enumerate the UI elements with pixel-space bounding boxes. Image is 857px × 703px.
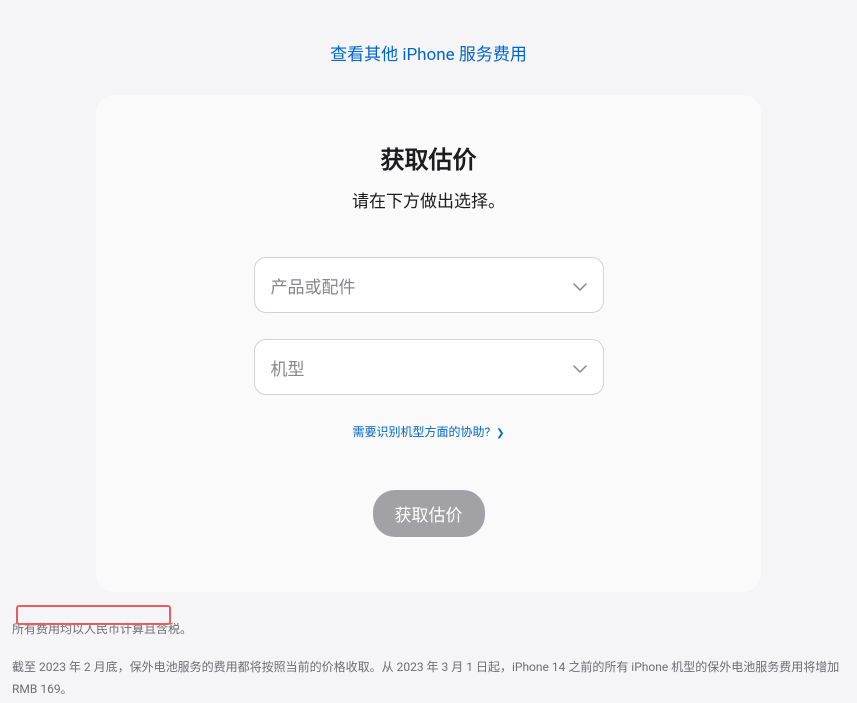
help-link-text: 需要识别机型方面的协助? <box>352 425 490 439</box>
get-estimate-button[interactable]: 获取估价 <box>373 490 485 537</box>
card-title: 获取估价 <box>146 140 711 175</box>
top-link[interactable]: 查看其他 iPhone 服务费用 <box>0 40 857 65</box>
model-placeholder: 机型 <box>271 355 305 380</box>
help-link[interactable]: 需要识别机型方面的协助? ❯ <box>146 421 711 440</box>
chevron-down-icon <box>573 358 587 377</box>
footer-tax-note: 所有费用均以人民币计算且含税。 <box>12 620 845 637</box>
product-select[interactable]: 产品或配件 <box>254 257 604 313</box>
footer: 所有费用均以人民币计算且含税。 截至 2023 年 2 月底，保外电池服务的费用… <box>0 592 857 700</box>
top-link-text: 查看其他 iPhone 服务费用 <box>330 45 527 65</box>
chevron-down-icon <box>573 276 587 295</box>
model-select-field: 机型 <box>254 339 604 395</box>
chevron-right-icon: ❯ <box>496 428 504 439</box>
footer-price-note: 截至 2023 年 2 月底，保外电池服务的费用都将按照当前的价格收取。从 20… <box>12 657 845 700</box>
product-placeholder: 产品或配件 <box>271 273 356 298</box>
model-select[interactable]: 机型 <box>254 339 604 395</box>
card-subtitle: 请在下方做出选择。 <box>146 187 711 212</box>
product-select-field: 产品或配件 <box>254 257 604 313</box>
estimate-card: 获取估价 请在下方做出选择。 产品或配件 机型 <box>96 95 761 592</box>
